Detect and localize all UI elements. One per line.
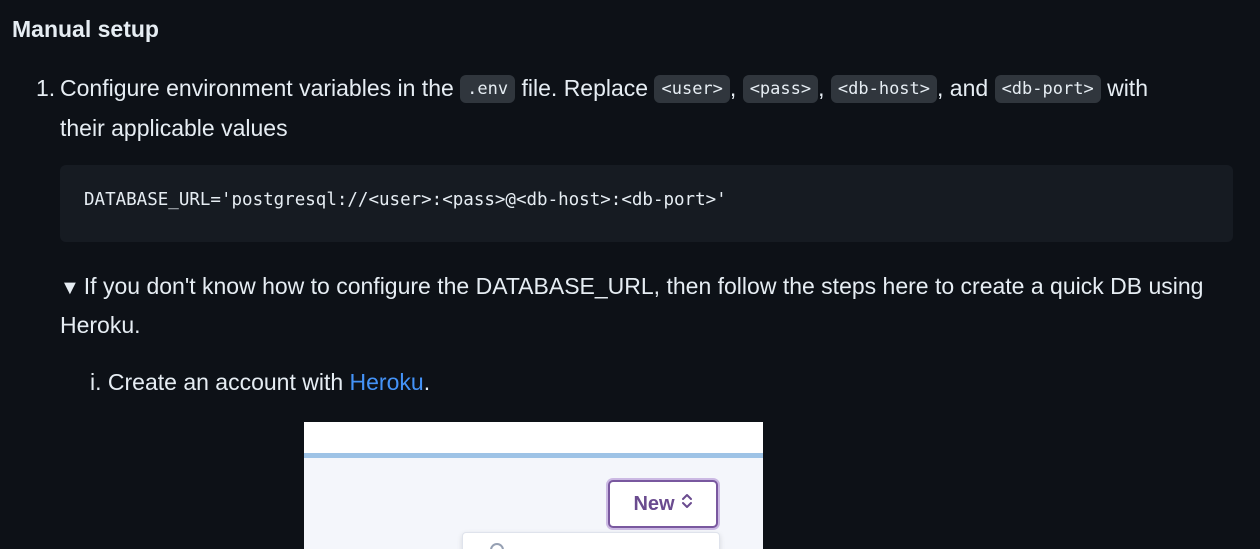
heroku-screenshot-image: New [304, 422, 763, 549]
new-button-label: New [633, 492, 675, 515]
step-text: file. Replace [515, 75, 655, 101]
menu-item-icon [490, 543, 504, 549]
inline-code-db-host: <db-host> [830, 75, 938, 103]
screenshot-new-button: New [608, 480, 718, 528]
step-text: Configure environment variables in the [60, 75, 461, 101]
details-disclosure[interactable]: ▼ If you don't know how to configure the … [60, 268, 1230, 344]
step-text-line-2: their applicable values [60, 115, 288, 141]
screenshot-dropdown-menu [462, 532, 720, 549]
readme-page: Manual setup 1. Configure environment var… [0, 0, 1260, 549]
step-text: . [423, 369, 431, 395]
details-summary[interactable]: If you don't know how to configure the D… [60, 273, 1203, 338]
separator-text: , [818, 75, 831, 101]
separator-text: , [729, 75, 743, 101]
list-item-step-1: 1. Configure environment variables in the… [36, 70, 1226, 147]
section-heading: Manual setup [12, 16, 159, 42]
inline-code-env: .env [460, 75, 516, 103]
heroku-link[interactable]: Heroku [350, 369, 424, 395]
inline-code-db-port: <db-port> [994, 75, 1101, 103]
inline-code-user: <user> [654, 75, 730, 103]
list-number: i. [90, 369, 102, 395]
chevron-updown-icon [681, 492, 693, 516]
step-text: Create an account with [107, 369, 350, 395]
step-text: with [1100, 75, 1148, 101]
separator-text: , and [937, 75, 995, 101]
code-block[interactable]: DATABASE_URL='postgresql://<user>:<pass>… [60, 165, 1233, 242]
list-item-substep-i: i. Create an account with Heroku. [90, 364, 430, 401]
list-number: 1. [36, 75, 56, 101]
inline-code-pass: <pass> [742, 75, 819, 103]
disclosure-triangle-icon[interactable]: ▼ [60, 277, 80, 299]
